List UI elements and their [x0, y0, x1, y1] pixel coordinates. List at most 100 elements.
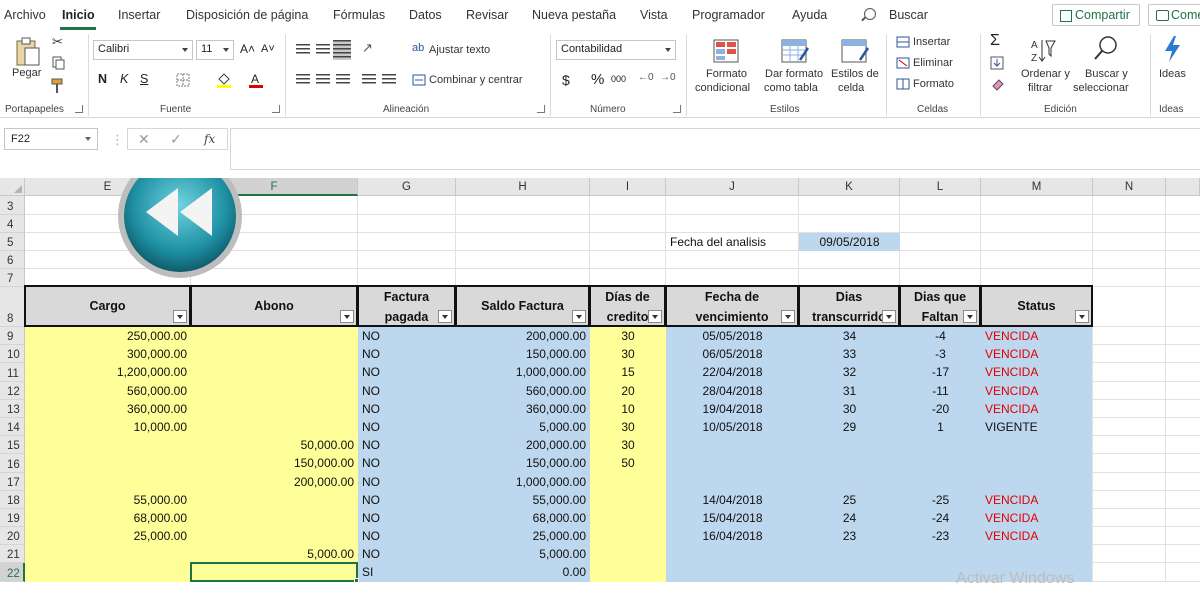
conditional-format-line2[interactable]: condicional: [695, 82, 750, 94]
sort-filter-line1[interactable]: Ordenar y: [1021, 68, 1070, 80]
cell-trans[interactable]: [799, 473, 900, 491]
header-abono[interactable]: Abono: [190, 285, 358, 327]
format-as-table-line2[interactable]: como tabla: [764, 82, 818, 94]
cell-styles-line2[interactable]: celda: [838, 82, 864, 94]
cell-credito[interactable]: 50: [590, 454, 666, 473]
cell-faltan[interactable]: 1: [900, 418, 981, 436]
cell-status[interactable]: [981, 436, 1093, 454]
row-header-20[interactable]: 20: [0, 527, 25, 545]
cell-credito[interactable]: 30: [590, 418, 666, 436]
tab-programador[interactable]: Programador: [692, 8, 765, 22]
cell-trans[interactable]: 31: [799, 382, 900, 400]
cell-abono[interactable]: 50,000.00: [191, 436, 358, 454]
row-header-4[interactable]: 4: [0, 215, 25, 233]
format-cells-icon[interactable]: [896, 78, 910, 90]
font-launcher[interactable]: [272, 105, 280, 113]
align-left-icon[interactable]: [296, 74, 310, 85]
cell-saldo[interactable]: 5,000.00: [456, 545, 590, 563]
column-header-h[interactable]: H: [456, 178, 590, 196]
cell-faltan[interactable]: -11: [900, 382, 981, 400]
cell-abono[interactable]: [191, 418, 358, 436]
cell-venc[interactable]: 10/05/2018: [666, 418, 799, 436]
clear-icon[interactable]: [990, 77, 1004, 91]
cell-trans[interactable]: 33: [799, 345, 900, 363]
cell-faltan[interactable]: -24: [900, 509, 981, 527]
cut-icon[interactable]: ✂: [52, 34, 63, 50]
cell-saldo[interactable]: 55,000.00: [456, 491, 590, 509]
cell-trans[interactable]: 32: [799, 363, 900, 382]
cell-credito[interactable]: 15: [590, 363, 666, 382]
cell-styles-line1[interactable]: Estilos de: [831, 68, 879, 80]
cell-status[interactable]: VENCIDA: [981, 509, 1093, 527]
cell-venc[interactable]: [666, 545, 799, 563]
cell-abono[interactable]: [191, 363, 358, 382]
insert-cells-button[interactable]: Insertar: [913, 36, 950, 48]
filter-dropdown-button[interactable]: [1075, 310, 1089, 323]
column-header-blank[interactable]: [1166, 178, 1200, 196]
header-saldo-factura[interactable]: Saldo Factura: [455, 285, 590, 327]
cell-cargo[interactable]: 250,000.00: [25, 327, 191, 345]
font-name-select[interactable]: Calibri: [93, 40, 193, 60]
cell-venc[interactable]: [666, 436, 799, 454]
cell-saldo[interactable]: 0.00: [456, 563, 590, 582]
filter-dropdown-button[interactable]: [572, 310, 586, 323]
cell-credito[interactable]: [590, 473, 666, 491]
paste-label[interactable]: Pegar: [12, 67, 41, 79]
cell-pagada[interactable]: NO: [358, 545, 456, 563]
cell-cargo[interactable]: [25, 436, 191, 454]
comments-button[interactable]: Come: [1148, 4, 1200, 26]
cell-credito[interactable]: 10: [590, 400, 666, 418]
ideas-button[interactable]: Ideas: [1159, 68, 1186, 80]
row-header-11[interactable]: 11: [0, 363, 25, 382]
cell-pagada[interactable]: NO: [358, 454, 456, 473]
format-as-table-icon[interactable]: [780, 38, 810, 64]
search-box[interactable]: Buscar: [889, 8, 928, 22]
delete-cells-icon[interactable]: [896, 57, 910, 69]
increase-indent-icon[interactable]: [382, 74, 396, 85]
sort-filter-line2[interactable]: filtrar: [1028, 82, 1052, 94]
cell-pagada[interactable]: NO: [358, 400, 456, 418]
cell-saldo[interactable]: 150,000.00: [456, 454, 590, 473]
header-cargo[interactable]: Cargo: [24, 285, 191, 327]
row-header-21[interactable]: 21: [0, 545, 25, 563]
thousands-button[interactable]: 000: [611, 74, 626, 84]
cell-faltan[interactable]: -23: [900, 527, 981, 545]
cell-status[interactable]: VENCIDA: [981, 382, 1093, 400]
rewind-button-icon[interactable]: [116, 178, 244, 282]
row-header-7[interactable]: 7: [0, 269, 25, 287]
filter-dropdown-button[interactable]: [648, 310, 662, 323]
cell-saldo[interactable]: 150,000.00: [456, 345, 590, 363]
row-header-22[interactable]: 22: [0, 563, 25, 582]
tab-formulas[interactable]: Fórmulas: [333, 8, 385, 22]
cell-venc[interactable]: [666, 473, 799, 491]
font-size-select[interactable]: 11: [196, 40, 234, 60]
cell-styles-icon[interactable]: [840, 38, 870, 64]
cell-status[interactable]: VIGENTE: [981, 418, 1093, 436]
format-as-table-line1[interactable]: Dar formato: [765, 68, 823, 80]
cell-abono[interactable]: [191, 345, 358, 363]
cell-status[interactable]: VENCIDA: [981, 363, 1093, 382]
percent-button[interactable]: %: [591, 71, 604, 88]
wrap-text-icon[interactable]: ab: [412, 42, 424, 54]
cell-pagada[interactable]: NO: [358, 382, 456, 400]
cell-credito[interactable]: 20: [590, 382, 666, 400]
find-select-icon[interactable]: [1092, 34, 1120, 64]
share-button[interactable]: Compartir: [1052, 4, 1140, 26]
cell-trans[interactable]: [799, 563, 900, 582]
analysis-date-value[interactable]: 09/05/2018: [799, 233, 900, 251]
cell-credito[interactable]: [590, 509, 666, 527]
cell-abono[interactable]: [191, 509, 358, 527]
filter-dropdown-button[interactable]: [781, 310, 795, 323]
cell-saldo[interactable]: 200,000.00: [456, 436, 590, 454]
cell-venc[interactable]: 15/04/2018: [666, 509, 799, 527]
row-header-18[interactable]: 18: [0, 491, 25, 509]
row-header-10[interactable]: 10: [0, 345, 25, 363]
find-select-line1[interactable]: Buscar y: [1085, 68, 1128, 80]
cell-cargo[interactable]: 68,000.00: [25, 509, 191, 527]
tab-ayuda[interactable]: Ayuda: [792, 8, 827, 22]
cell-saldo[interactable]: 5,000.00: [456, 418, 590, 436]
fill-icon[interactable]: [990, 56, 1004, 70]
copy-icon[interactable]: [52, 56, 66, 70]
cell-credito[interactable]: [590, 545, 666, 563]
cell-faltan[interactable]: -3: [900, 345, 981, 363]
